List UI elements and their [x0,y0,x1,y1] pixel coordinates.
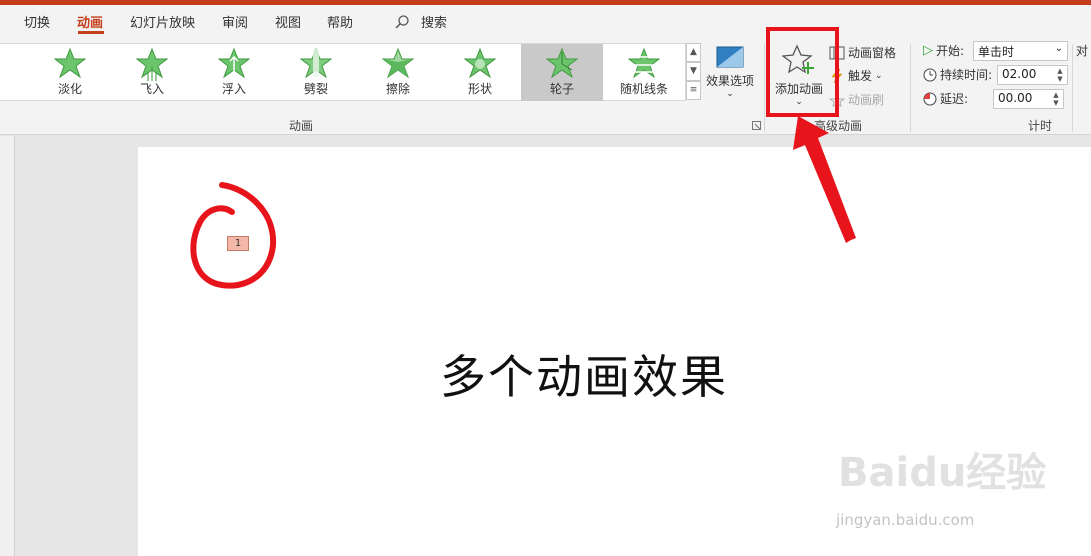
gallery-item-float-in[interactable]: 浮入 [193,44,275,101]
reorder-label: 对 [1076,42,1088,59]
slide-title[interactable]: 多个动画效果 [440,341,728,407]
watermark-url: jingyan.baidu.com [836,511,975,529]
group-label-timing: 计时 [1028,119,1053,133]
gallery-scroll-up[interactable]: ▲ [686,43,701,62]
duration-value: 02.00 [1002,67,1037,81]
clock-icon [923,68,937,81]
fly-in-star-icon [136,48,168,81]
animation-painter-button[interactable]: 动画刷 [829,91,884,108]
animation-order-badge[interactable]: 1 [227,236,249,251]
duration-input[interactable]: 02.00 ▲ ▼ [997,65,1068,85]
float-in-star-icon [218,48,250,78]
effect-options-button[interactable]: 效果选项 ⌄ [704,46,756,99]
chevron-down-icon: ⌄ [726,89,734,99]
dialog-launcher-icon[interactable] [752,121,761,130]
gallery-label-wipe: 擦除 [385,82,410,96]
delay-spinner[interactable]: ▲ ▼ [1050,91,1062,107]
add-animation-label: 添加动画 [774,82,823,96]
gallery-item-split[interactable]: 劈裂 [275,44,357,101]
gallery-label-fly-in: 飞入 [139,82,164,96]
start-value: 单击时 [978,45,1015,59]
ribbon-panel: 淡化 飞入 浮入 劈裂 擦除 形状 轮子 随机线条 ▲ ▼ ≡ 效果选项 ⌄ 添… [0,38,1091,135]
lightning-icon [831,68,843,83]
tab-transitions[interactable]: 切换 [24,12,50,31]
gallery-item-fade[interactable]: 淡化 [29,44,111,101]
start-dropdown[interactable]: 单击时 ⌄ [973,41,1068,61]
fade-star-icon [54,48,86,78]
effect-options-label: 效果选项 [705,74,754,88]
gallery-label-fade: 淡化 [57,82,82,96]
painter-icon [829,92,845,107]
random-bars-star-icon [628,48,660,78]
chevron-down-icon: ⌄ [875,70,883,81]
gallery-scroll-down[interactable]: ▼ [686,62,701,81]
gallery-label-split: 劈裂 [303,82,328,96]
duration-spinner[interactable]: ▲ ▼ [1054,67,1066,83]
chevron-down-icon: ⌄ [795,97,803,107]
animation-painter-label: 动画刷 [848,93,885,107]
start-row: ▷ 开始: [923,42,964,59]
trigger-button[interactable]: 触发 ⌄ [829,67,883,84]
gallery-item-shape[interactable]: 形状 [439,44,521,101]
tab-help[interactable]: 帮助 [327,12,353,31]
animation-pane-icon [829,46,845,59]
chevron-down-icon: ⌄ [1054,43,1063,54]
gallery-label-random-bars: 随机线条 [619,82,668,96]
gallery-label-shape: 形状 [467,82,492,96]
group-label-animation: 动画 [289,119,314,133]
ribbon-separator [1072,44,1073,132]
delay-label: 延迟: [940,92,969,106]
group-label-advanced-animation: 高级动画 [814,119,863,133]
gallery-item-random-bars[interactable]: 随机线条 [603,44,685,101]
tab-slideshow[interactable]: 幻灯片放映 [130,12,195,31]
duration-row: 持续时间: [923,66,992,83]
gallery-label-wheel: 轮子 [549,82,574,96]
ribbon-separator [910,44,911,132]
play-icon: ▷ [923,43,933,58]
split-star-icon [300,48,332,78]
start-label: 开始: [936,44,965,58]
reorder-text: 对 [1076,44,1089,58]
tab-animations[interactable]: 动画 [77,12,103,31]
wheel-star-icon [546,48,578,78]
add-animation-star-icon [781,44,814,74]
delay-clock-icon [923,92,937,105]
watermark-logo: Baidu经验 [838,450,1047,496]
ribbon-separator [764,44,765,132]
add-animation-button[interactable]: 添加动画 ⌄ [771,43,827,113]
duration-label: 持续时间: [940,68,993,82]
shape-star-icon [464,48,496,78]
gallery-item-fly-in[interactable]: 飞入 [111,44,193,101]
gallery-label-float-in: 浮入 [221,82,246,96]
delay-row: 延迟: [923,90,968,107]
gallery-item-wheel[interactable]: 轮子 [521,44,603,101]
search-label[interactable]: 搜索 [421,12,447,31]
gallery-item-wipe[interactable]: 擦除 [357,44,439,101]
slide-thumbnail-pane[interactable] [0,136,15,556]
delay-value: 00.00 [998,91,1033,105]
ribbon-tab-bar: 切换 动画 幻灯片放映 审阅 视图 帮助 搜索 [0,5,1091,38]
tab-view[interactable]: 视图 [275,12,301,31]
trigger-label: 触发 [848,69,873,83]
search-icon[interactable] [394,14,410,30]
animation-pane-label: 动画窗格 [848,46,897,60]
wipe-star-icon [382,48,414,78]
tab-review[interactable]: 审阅 [222,12,248,31]
active-tab-underline [78,31,104,34]
animation-gallery: 淡化 飞入 浮入 劈裂 擦除 形状 轮子 随机线条 [0,43,686,101]
delay-input[interactable]: 00.00 ▲ ▼ [993,89,1064,109]
gallery-more-button[interactable]: ≡ [686,81,701,100]
animation-pane-button[interactable]: 动画窗格 [829,44,896,61]
effect-options-icon [716,46,744,68]
